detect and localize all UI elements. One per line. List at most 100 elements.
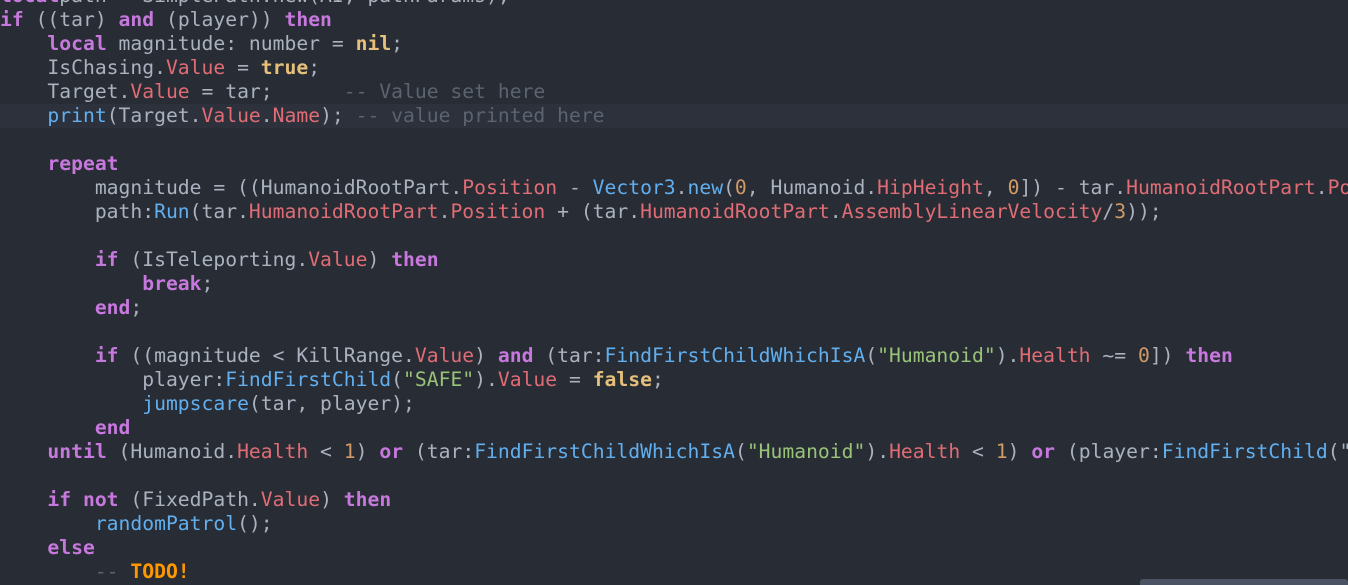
code-token: Value xyxy=(165,56,226,79)
code-token: ). xyxy=(474,368,498,391)
code-token: = xyxy=(225,56,261,79)
code-token: AssemblyLinearVelocity xyxy=(841,200,1103,223)
code-line[interactable]: magnitude = ((HumanoidRootPart.Position … xyxy=(0,176,1348,200)
code-token: 1 xyxy=(343,440,356,463)
code-line[interactable]: player:FindFirstChild("SAFE").Value = fa… xyxy=(0,368,1348,392)
code-token: ); xyxy=(320,104,356,127)
code-token: < xyxy=(960,440,996,463)
code-line[interactable]: until (Humanoid.Health < 1) or (tar:Find… xyxy=(0,440,1348,464)
code-editor[interactable]: localpath = SimplePath.new(AI, pathParam… xyxy=(0,0,1348,585)
code-token: (tar, player); xyxy=(248,392,415,415)
code-token: (tar: xyxy=(403,440,475,463)
code-token: then xyxy=(1185,344,1233,367)
code-token: then xyxy=(284,8,332,31)
code-line[interactable]: if (IsTeleporting.Value) then xyxy=(0,248,1348,272)
code-token: - xyxy=(557,176,593,199)
code-token: 0 xyxy=(1137,344,1150,367)
code-token: / xyxy=(1102,200,1115,223)
code-token: (IsTeleporting. xyxy=(118,248,309,271)
code-line[interactable]: Target.Value = tar; -- Value set here xyxy=(0,80,1348,104)
code-token: nil xyxy=(355,32,392,55)
code-line[interactable]: local magnitude: number = nil; xyxy=(0,32,1348,56)
code-token: ; xyxy=(201,272,214,295)
code-token: or xyxy=(1031,440,1056,463)
code-token: 0 xyxy=(734,176,747,199)
code-token: ]) - tar. xyxy=(1019,176,1127,199)
horizontal-scrollbar[interactable] xyxy=(1140,579,1348,585)
code-line[interactable] xyxy=(0,128,1348,152)
code-token: 3 xyxy=(1114,200,1127,223)
code-token: , Humanoid. xyxy=(746,176,878,199)
code-token: "Humanoid" xyxy=(877,344,996,367)
code-token: or xyxy=(379,440,404,463)
code-token: Name xyxy=(272,104,321,127)
code-token: TODO! xyxy=(130,560,190,583)
code-token: ). xyxy=(995,344,1020,367)
code-line[interactable]: if ((tar) and (player)) then xyxy=(0,8,1348,32)
code-token: Value xyxy=(260,488,321,511)
code-token: jumpscare xyxy=(142,392,249,415)
code-line[interactable]: path:Run(tar.HumanoidRootPart.Position +… xyxy=(0,200,1348,224)
code-token: + (tar. xyxy=(545,200,641,223)
code-token: ; xyxy=(651,368,664,391)
code-line[interactable]: jumpscare(tar, player); xyxy=(0,392,1348,416)
code-token: ("S xyxy=(1327,440,1348,463)
code-token: ). xyxy=(865,440,890,463)
code-line[interactable]: if ((magnitude < KillRange.Value) and (t… xyxy=(0,344,1348,368)
code-token: < xyxy=(308,440,344,463)
code-token: ]) xyxy=(1149,344,1186,367)
code-token: ((magnitude < KillRange. xyxy=(118,344,415,367)
code-token: ; xyxy=(391,32,404,55)
code-line[interactable]: print(Target.Value.Name); -- value print… xyxy=(0,104,1348,128)
code-token: ( xyxy=(391,368,404,391)
code-line[interactable]: end xyxy=(0,416,1348,440)
code-token: and xyxy=(497,344,534,367)
code-line[interactable]: IsChasing.Value = true; xyxy=(0,56,1348,80)
code-token: (); xyxy=(237,512,273,535)
code-token: print xyxy=(47,104,107,127)
code-token: HumanoidRootPart xyxy=(1126,176,1316,199)
code-token: , xyxy=(983,176,1008,199)
code-line[interactable]: localpath = SimplePath.new(AI, pathParam… xyxy=(0,0,1348,8)
code-token: Run xyxy=(154,200,190,223)
code-line[interactable]: randomPatrol(); xyxy=(0,512,1348,536)
code-token: Health xyxy=(889,440,961,463)
code-token: player: xyxy=(0,368,226,391)
code-line[interactable]: break; xyxy=(0,272,1348,296)
code-token: ~= xyxy=(1090,344,1138,367)
code-line[interactable]: else xyxy=(0,536,1348,560)
code-line[interactable] xyxy=(0,224,1348,248)
code-token: Health xyxy=(237,440,309,463)
code-token: (player: xyxy=(1055,440,1162,463)
code-line[interactable] xyxy=(0,320,1348,344)
code-token: = xyxy=(557,368,593,391)
code-line[interactable] xyxy=(0,464,1348,488)
code-token: Value xyxy=(130,80,190,103)
code-token: repeat xyxy=(47,152,119,175)
code-token: . xyxy=(438,200,451,223)
code-line[interactable]: if not (FixedPath.Value) then xyxy=(0,488,1348,512)
code-token: Value xyxy=(497,368,558,391)
code-token: end xyxy=(94,416,131,439)
code-line[interactable]: repeat xyxy=(0,152,1348,176)
code-token: ( xyxy=(734,440,747,463)
code-token: Value xyxy=(201,104,261,127)
code-line[interactable]: end; xyxy=(0,296,1348,320)
code-token: if xyxy=(94,344,119,367)
code-token: path = SimplePath.new(AI, pathParams); xyxy=(59,0,509,7)
code-token: false xyxy=(592,368,652,391)
code-token: "Humanoid" xyxy=(746,440,866,463)
code-token: Position xyxy=(462,176,558,199)
code-token: (tar: xyxy=(533,344,605,367)
code-token: (player)) xyxy=(154,8,285,31)
code-token: ; xyxy=(130,296,143,319)
code-token: ) xyxy=(355,440,380,463)
